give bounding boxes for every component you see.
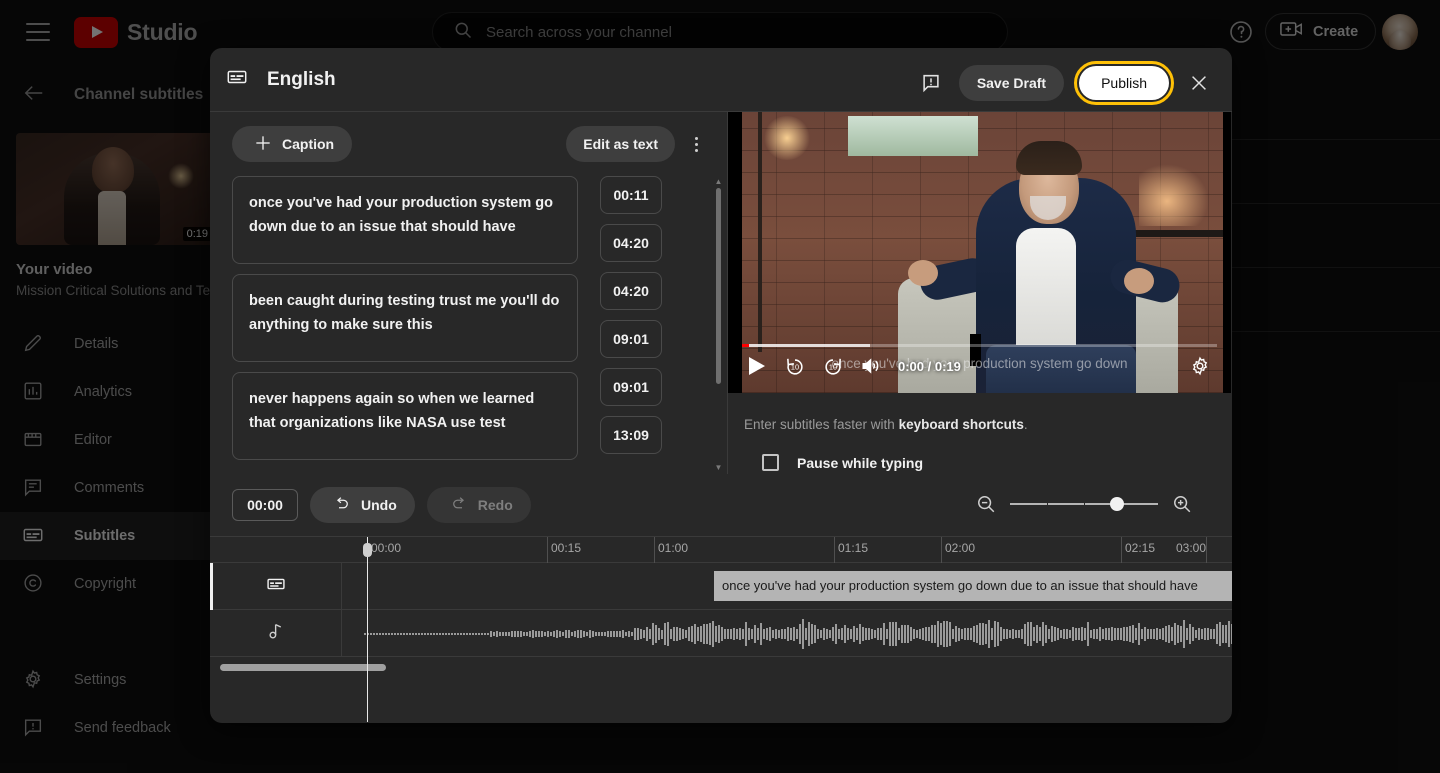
caption-editor-toolbar: Caption Edit as text [210, 112, 727, 176]
svg-text:10: 10 [791, 362, 799, 371]
undo-label: Undo [361, 497, 397, 513]
caption-time-column: 00:11 04:20 04:20 09:01 09:01 13:09 [600, 176, 690, 470]
timeline: 00:00 00:15 01:00 01:15 02:00 02:15 03:0… [210, 536, 1232, 721]
zoom-in-icon[interactable] [1166, 488, 1198, 520]
caption-list-scrollbar[interactable]: ▲ ▼ [716, 178, 721, 472]
subtitle-track-body[interactable]: once you've had your production system g… [342, 563, 1232, 609]
caption-text-box[interactable]: never happens again so when we learned t… [232, 372, 578, 460]
redo-label: Redo [478, 497, 513, 513]
subtitles-icon [265, 574, 287, 599]
kebab-menu-icon[interactable] [679, 127, 713, 161]
caption-list-scroll[interactable]: once you've had your production system g… [210, 176, 727, 474]
video-preview-pane: once you've had your production system g… [728, 112, 1231, 474]
caption-text-column: once you've had your production system g… [232, 176, 578, 470]
checkbox-box[interactable] [762, 454, 779, 471]
redo-button: Redo [427, 487, 531, 523]
timeline-toolbar: 00:00 Undo Redo [210, 474, 1232, 536]
playhead-knob[interactable] [363, 543, 372, 557]
keyboard-shortcuts-link[interactable]: keyboard shortcuts [899, 417, 1024, 432]
timeline-playhead[interactable] [367, 537, 368, 722]
zoom-out-icon[interactable] [970, 488, 1002, 520]
timeline-zoom-controls [970, 488, 1198, 520]
timeline-horizontal-scrollbar[interactable] [220, 664, 386, 671]
modal-header: English Save Draft Publish [210, 48, 1232, 112]
caption-timestamp[interactable]: 00:11 [600, 176, 662, 214]
add-caption-label: Caption [282, 136, 334, 152]
publish-button[interactable]: Publish [1079, 66, 1169, 100]
svg-text:10: 10 [829, 362, 837, 371]
edit-as-text-button[interactable]: Edit as text [566, 126, 675, 162]
ruler-label: 00:15 [551, 541, 581, 555]
music-note-icon [265, 620, 287, 647]
timeline-current-time[interactable]: 00:00 [232, 489, 298, 521]
publish-focus-ring: Publish [1074, 61, 1174, 105]
subtitle-track-header [210, 563, 342, 609]
subtitles-icon [226, 66, 248, 93]
caption-editor-pane: Caption Edit as text once you've had you… [210, 112, 728, 474]
volume-icon[interactable] [852, 349, 890, 383]
ruler-label: 00:00 [371, 541, 401, 555]
forward-10-icon[interactable]: 10 [814, 349, 852, 383]
audio-track-row [210, 610, 1232, 657]
player-progress-bar[interactable] [742, 344, 1217, 347]
modal-body: Caption Edit as text once you've had you… [210, 112, 1232, 474]
hint-suffix: . [1024, 417, 1028, 432]
undo-icon [332, 495, 352, 516]
scroll-down-arrow-icon[interactable]: ▼ [715, 464, 723, 472]
caption-timestamp[interactable]: 13:09 [600, 416, 662, 454]
pause-while-typing-checkbox[interactable]: Pause while typing [744, 454, 1231, 471]
ruler-label: 03:00 [1176, 541, 1206, 555]
caption-timestamp[interactable]: 04:20 [600, 224, 662, 262]
ruler-label: 01:15 [838, 541, 868, 555]
caption-timestamp[interactable]: 04:20 [600, 272, 662, 310]
subtitle-editor-modal: English Save Draft Publish Caption Edit … [210, 48, 1232, 723]
ruler-label: 02:00 [945, 541, 975, 555]
pause-while-typing-label: Pause while typing [797, 455, 923, 471]
hint-prefix: Enter subtitles faster with [744, 417, 899, 432]
caption-text-box[interactable]: once you've had your production system g… [232, 176, 578, 264]
plus-icon [253, 133, 273, 156]
caption-timestamp[interactable]: 09:01 [600, 320, 662, 358]
report-flag-icon[interactable] [913, 65, 949, 101]
timeline-hscroll-area [210, 657, 1232, 683]
subtitle-track-row: once you've had your production system g… [210, 563, 1232, 610]
player-settings-gear-icon[interactable] [1183, 349, 1217, 383]
player-controls: 10 10 0:00 / 0:19 [728, 331, 1231, 393]
timeline-zoom-slider[interactable] [1010, 488, 1158, 520]
caption-timestamp[interactable]: 09:01 [600, 368, 662, 406]
replay-10-icon[interactable]: 10 [776, 349, 814, 383]
timeline-caption-segment[interactable]: once you've had your production system g… [714, 571, 1232, 601]
page-title: English [267, 69, 336, 91]
keyboard-shortcuts-hint: Enter subtitles faster with keyboard sho… [744, 417, 1231, 432]
zoom-slider-thumb[interactable] [1110, 497, 1124, 511]
play-icon[interactable] [738, 349, 776, 383]
scroll-up-arrow-icon[interactable]: ▲ [715, 178, 723, 186]
audio-waveform[interactable] [342, 610, 1232, 656]
close-icon[interactable] [1180, 64, 1218, 102]
modal-header-actions: Save Draft Publish [913, 61, 1218, 105]
add-caption-button[interactable]: Caption [232, 126, 352, 162]
ruler-label: 01:00 [658, 541, 688, 555]
caption-text-box[interactable]: been caught during testing trust me you'… [232, 274, 578, 362]
audio-track-header [210, 610, 342, 656]
player-time-display: 0:00 / 0:19 [898, 359, 961, 374]
ruler-label: 02:15 [1125, 541, 1155, 555]
undo-button[interactable]: Undo [310, 487, 415, 523]
redo-icon [449, 495, 469, 516]
save-draft-button[interactable]: Save Draft [959, 65, 1064, 101]
video-player[interactable]: once you've had your production system g… [728, 112, 1231, 393]
